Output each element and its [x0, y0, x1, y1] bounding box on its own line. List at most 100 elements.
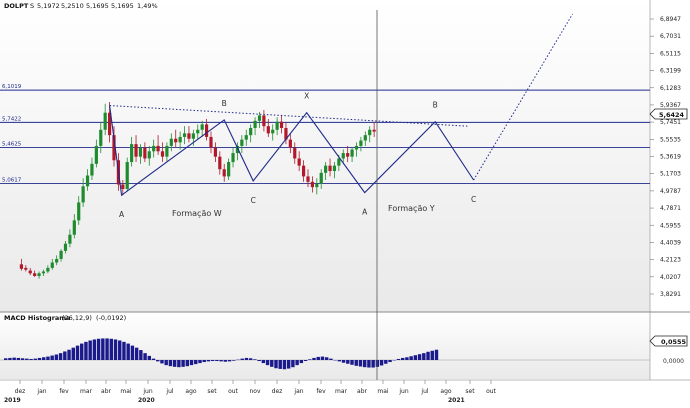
- year-label-2021: 2021: [448, 397, 465, 404]
- macd-bar: [274, 360, 277, 368]
- price-tick-label: 5,5535: [660, 136, 681, 143]
- macd-bar: [355, 360, 358, 366]
- candle-body: [64, 244, 67, 251]
- candle-body: [302, 166, 305, 177]
- price-tick-label: 3,8291: [660, 291, 681, 298]
- macd-bar: [101, 338, 104, 360]
- macd-bar: [156, 360, 159, 361]
- macd-bar: [202, 360, 205, 362]
- candle-body: [126, 162, 129, 189]
- macd-bar: [80, 344, 83, 360]
- macd-bar: [72, 348, 75, 360]
- macd-bar: [249, 358, 252, 360]
- point-label-b: B: [433, 101, 438, 110]
- candle-body: [258, 115, 261, 120]
- candle-body: [253, 121, 256, 128]
- macd-bar: [4, 358, 7, 360]
- macd-bar: [317, 357, 320, 360]
- macd-bar: [67, 350, 70, 360]
- month-label: dez: [272, 388, 283, 395]
- month-label: set: [465, 388, 475, 395]
- candle-body: [271, 130, 274, 134]
- candle-body: [139, 148, 142, 157]
- macd-bar: [346, 360, 349, 364]
- time-axis: dezjanfevmarabrmaijunjulagosetoutnovdezj…: [15, 380, 497, 395]
- month-label: abr: [357, 388, 367, 395]
- macd-bar: [388, 360, 391, 362]
- macd-axis-top: 0,0555: [661, 338, 687, 346]
- macd-bar: [308, 359, 311, 360]
- month-label: dez: [15, 388, 26, 395]
- macd-bar: [21, 358, 24, 360]
- candle-body: [161, 151, 164, 156]
- candle-body: [174, 139, 177, 143]
- macd-bar: [148, 356, 151, 360]
- macd-bar: [152, 359, 155, 360]
- candle-body: [355, 146, 358, 150]
- macd-bar: [12, 358, 15, 360]
- macd-bar: [93, 339, 96, 360]
- candle-body: [148, 151, 151, 158]
- macd-bar: [241, 359, 244, 360]
- level-label: 6,1019: [2, 84, 22, 90]
- candle-body: [245, 135, 248, 139]
- level-label: 5,4625: [2, 141, 22, 147]
- month-label: ago: [440, 388, 451, 395]
- macd-title: MACD Histograma: [4, 314, 70, 322]
- candle-body: [121, 184, 124, 188]
- price-tick-label: 6,1283: [660, 85, 681, 92]
- macd-bar: [164, 360, 167, 365]
- price-tick-label: 5,9367: [660, 102, 681, 109]
- month-label: jan: [36, 388, 46, 395]
- candle-body: [218, 157, 221, 170]
- macd-value-marker: 0,0555: [650, 336, 687, 346]
- macd-bar: [50, 356, 53, 360]
- candle-body: [86, 176, 89, 187]
- formation-y-label: Formação Y: [388, 204, 435, 213]
- macd-bar: [367, 360, 370, 368]
- macd-bar: [304, 360, 307, 361]
- point-label-a: A: [362, 208, 368, 217]
- macd-bar: [186, 360, 189, 366]
- price-tick-label: 6,5115: [660, 50, 681, 57]
- candle-body: [46, 268, 49, 272]
- macd-bar: [181, 360, 184, 367]
- candle-body: [262, 115, 265, 126]
- candle-body: [311, 182, 314, 187]
- ohlc-low: 5,1695: [86, 2, 109, 10]
- ohlc-high: 5,2510: [61, 2, 84, 10]
- month-label: abr: [101, 388, 111, 395]
- candle-body: [320, 173, 323, 184]
- month-label: jan: [293, 388, 303, 395]
- candle-body: [315, 184, 318, 188]
- candle-body: [73, 220, 76, 234]
- month-label: jul: [165, 388, 173, 395]
- macd-bar: [262, 360, 265, 363]
- macd-bar: [198, 360, 201, 363]
- price-tick-label: 6,3199: [660, 68, 681, 75]
- macd-bar: [55, 355, 58, 360]
- macd-bar: [17, 358, 20, 360]
- month-label: jun: [142, 388, 152, 395]
- candle-body: [37, 273, 40, 276]
- candle-body: [165, 146, 168, 157]
- macd-bar: [25, 359, 28, 360]
- month-label: out: [228, 388, 238, 395]
- candle-body: [33, 273, 36, 276]
- macd-bar: [29, 359, 32, 360]
- macd-bar: [409, 356, 412, 360]
- price-tick-label: 4,5955: [660, 222, 681, 229]
- macd-bar: [325, 357, 328, 360]
- candle-body: [183, 133, 186, 137]
- macd-bar: [418, 354, 421, 360]
- candle-body: [267, 126, 270, 133]
- candle-body: [350, 149, 353, 156]
- ohlc-close: 5,1695: [111, 2, 134, 10]
- macd-bar: [194, 360, 197, 364]
- trading-chart[interactable]: DOLPT S 5,1972 5,2510 5,1695 5,1695 1,49…: [0, 0, 690, 404]
- month-label: mar: [335, 388, 348, 395]
- macd-bar: [135, 348, 138, 360]
- level-label: 5,0617: [2, 177, 22, 183]
- candle-body: [68, 235, 71, 244]
- candle-body: [298, 158, 301, 165]
